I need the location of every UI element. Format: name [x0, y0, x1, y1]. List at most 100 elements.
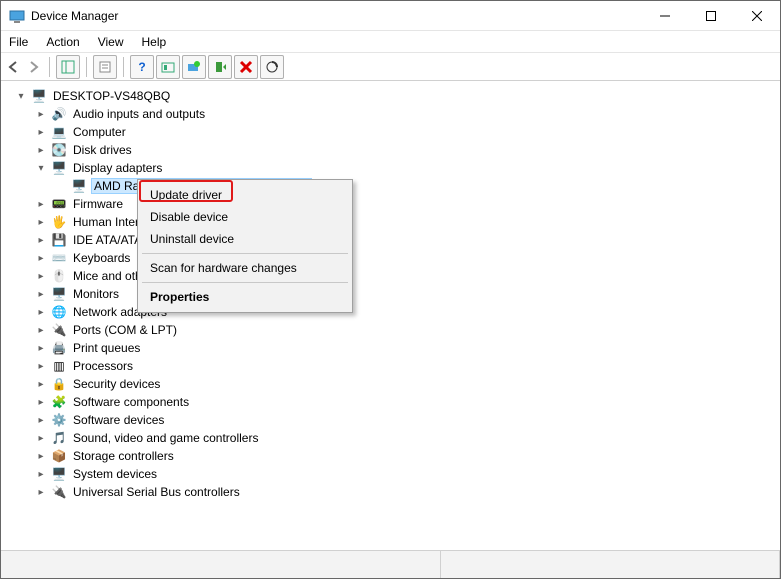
tree-item[interactable]: ▸🎵Sound, video and game controllers	[35, 429, 780, 447]
chevron-right-icon[interactable]: ▸	[35, 235, 47, 246]
tree-item-label: Display adapters	[71, 161, 164, 175]
back-button[interactable]	[5, 55, 23, 79]
chevron-down-icon[interactable]: ▾	[35, 163, 47, 174]
device-category-icon: 💽	[51, 142, 67, 158]
tree-item-label: Firmware	[71, 197, 125, 211]
tree-item[interactable]: ▸💻Computer	[35, 123, 780, 141]
menu-file[interactable]: File	[7, 33, 30, 51]
chevron-right-icon[interactable]: ▸	[35, 343, 47, 354]
tree-item[interactable]: ▸🖥️System devices	[35, 465, 780, 483]
chevron-right-icon[interactable]: ▸	[35, 271, 47, 282]
titlebar: Device Manager	[1, 1, 780, 31]
update-driver-button[interactable]	[182, 55, 206, 79]
device-category-icon: ⚙️	[51, 412, 67, 428]
scan-hardware-button[interactable]	[260, 55, 284, 79]
enable-device-button[interactable]	[208, 55, 232, 79]
ctx-separator	[142, 282, 348, 283]
chevron-right-icon[interactable]: ▸	[35, 199, 47, 210]
properties-button[interactable]	[93, 55, 117, 79]
chevron-right-icon[interactable]: ▸	[35, 469, 47, 480]
ctx-properties[interactable]: Properties	[140, 286, 350, 308]
ctx-scan-hardware[interactable]: Scan for hardware changes	[140, 257, 350, 279]
chevron-right-icon[interactable]: ▸	[35, 415, 47, 426]
tree-root[interactable]: ▾ 🖥️ DESKTOP-VS48QBQ	[15, 87, 780, 105]
chevron-right-icon[interactable]: ▸	[35, 307, 47, 318]
device-category-icon: 🌐	[51, 304, 67, 320]
tree-item[interactable]: ▸ 🔌 Universal Serial Bus controllers	[35, 483, 780, 501]
forward-button[interactable]	[25, 55, 43, 79]
device-tree: ▾ 🖥️ DESKTOP-VS48QBQ ▸🔊Audio inputs and …	[7, 87, 780, 501]
chevron-right-icon[interactable]: ▸	[35, 397, 47, 408]
ctx-update-driver[interactable]: Update driver	[140, 184, 350, 206]
chevron-right-icon[interactable]: ▸	[35, 325, 47, 336]
tree-item[interactable]: ▸ 💽 Disk drives	[35, 141, 780, 159]
tree-item[interactable]: ▸ 🖨️ Print queues	[35, 339, 780, 357]
tree-item[interactable]: ▸⚙️Software devices	[35, 411, 780, 429]
chevron-down-icon[interactable]: ▾	[15, 91, 27, 102]
tree-item[interactable]: ▾ 🖥️ Display adapters	[35, 159, 780, 177]
device-category-icon: 💾	[51, 232, 67, 248]
ctx-uninstall-device[interactable]: Uninstall device	[140, 228, 350, 250]
toolbar: ?	[1, 53, 780, 81]
chevron-right-icon[interactable]: ▸	[35, 289, 47, 300]
window-controls	[642, 1, 780, 31]
tree-item[interactable]: ▸📦Storage controllers	[35, 447, 780, 465]
device-category-icon: 🖨️	[51, 340, 67, 356]
tree-item-label: Computer	[71, 125, 128, 139]
chevron-right-icon[interactable]: ▸	[35, 451, 47, 462]
status-cell	[441, 551, 780, 578]
device-category-icon: 🖐️	[51, 214, 67, 230]
tree-item[interactable]: ▸ 🔌 Ports (COM & LPT)	[35, 321, 780, 339]
tree-item-label: Storage controllers	[71, 449, 176, 463]
ctx-disable-device[interactable]: Disable device	[140, 206, 350, 228]
menu-view[interactable]: View	[96, 33, 126, 51]
tree-item-label: Universal Serial Bus controllers	[71, 485, 242, 499]
device-category-icon: 🖥️	[51, 466, 67, 482]
tree-item-label: Print queues	[71, 341, 142, 355]
device-category-icon: 🔌	[51, 322, 67, 338]
tree-root-label: DESKTOP-VS48QBQ	[51, 89, 172, 103]
device-icon: 🖥️	[71, 178, 87, 194]
tree-item[interactable]: ▸🧩Software components	[35, 393, 780, 411]
tree-item[interactable]: ▸🔒Security devices	[35, 375, 780, 393]
device-tree-pane[interactable]: ▾ 🖥️ DESKTOP-VS48QBQ ▸🔊Audio inputs and …	[1, 81, 780, 550]
status-cell	[1, 551, 441, 578]
app-icon	[9, 8, 25, 24]
tree-item-label: Ports (COM & LPT)	[71, 323, 179, 337]
chevron-right-icon[interactable]: ▸	[35, 217, 47, 228]
device-category-icon: 🖥️	[51, 286, 67, 302]
device-category-icon: ⌨️	[51, 250, 67, 266]
device-category-icon: 🧩	[51, 394, 67, 410]
context-menu: Update driver Disable device Uninstall d…	[137, 179, 353, 313]
device-category-icon: 🔊	[51, 106, 67, 122]
chevron-right-icon[interactable]: ▸	[35, 361, 47, 372]
tree-item-label: Disk drives	[71, 143, 134, 157]
uninstall-device-button[interactable]	[234, 55, 258, 79]
menu-action[interactable]: Action	[44, 33, 81, 51]
computer-icon: 🖥️	[31, 88, 47, 104]
chevron-right-icon[interactable]: ▸	[35, 433, 47, 444]
show-hide-tree-button[interactable]	[56, 55, 80, 79]
action-button[interactable]	[156, 55, 180, 79]
menu-help[interactable]: Help	[140, 33, 169, 51]
device-manager-window: Device Manager File Action View Help ?	[0, 0, 781, 579]
device-category-icon: ▥	[51, 358, 67, 374]
maximize-button[interactable]	[688, 1, 734, 31]
device-category-icon: 📟	[51, 196, 67, 212]
device-category-icon: 🖱️	[51, 268, 67, 284]
chevron-right-icon[interactable]: ▸	[35, 145, 47, 156]
tree-item[interactable]: ▸▥Processors	[35, 357, 780, 375]
chevron-right-icon[interactable]: ▸	[35, 253, 47, 264]
chevron-right-icon[interactable]: ▸	[35, 379, 47, 390]
tree-item[interactable]: ▸🔊Audio inputs and outputs	[35, 105, 780, 123]
chevron-right-icon[interactable]: ▸	[35, 487, 47, 498]
chevron-right-icon[interactable]: ▸	[35, 127, 47, 138]
close-button[interactable]	[734, 1, 780, 31]
chevron-right-icon[interactable]: ▸	[35, 109, 47, 120]
ctx-separator	[142, 253, 348, 254]
device-category-icon: 🖥️	[51, 160, 67, 176]
device-category-icon: 🎵	[51, 430, 67, 446]
help-button[interactable]: ?	[130, 55, 154, 79]
device-category-icon: 🔌	[51, 484, 67, 500]
minimize-button[interactable]	[642, 1, 688, 31]
